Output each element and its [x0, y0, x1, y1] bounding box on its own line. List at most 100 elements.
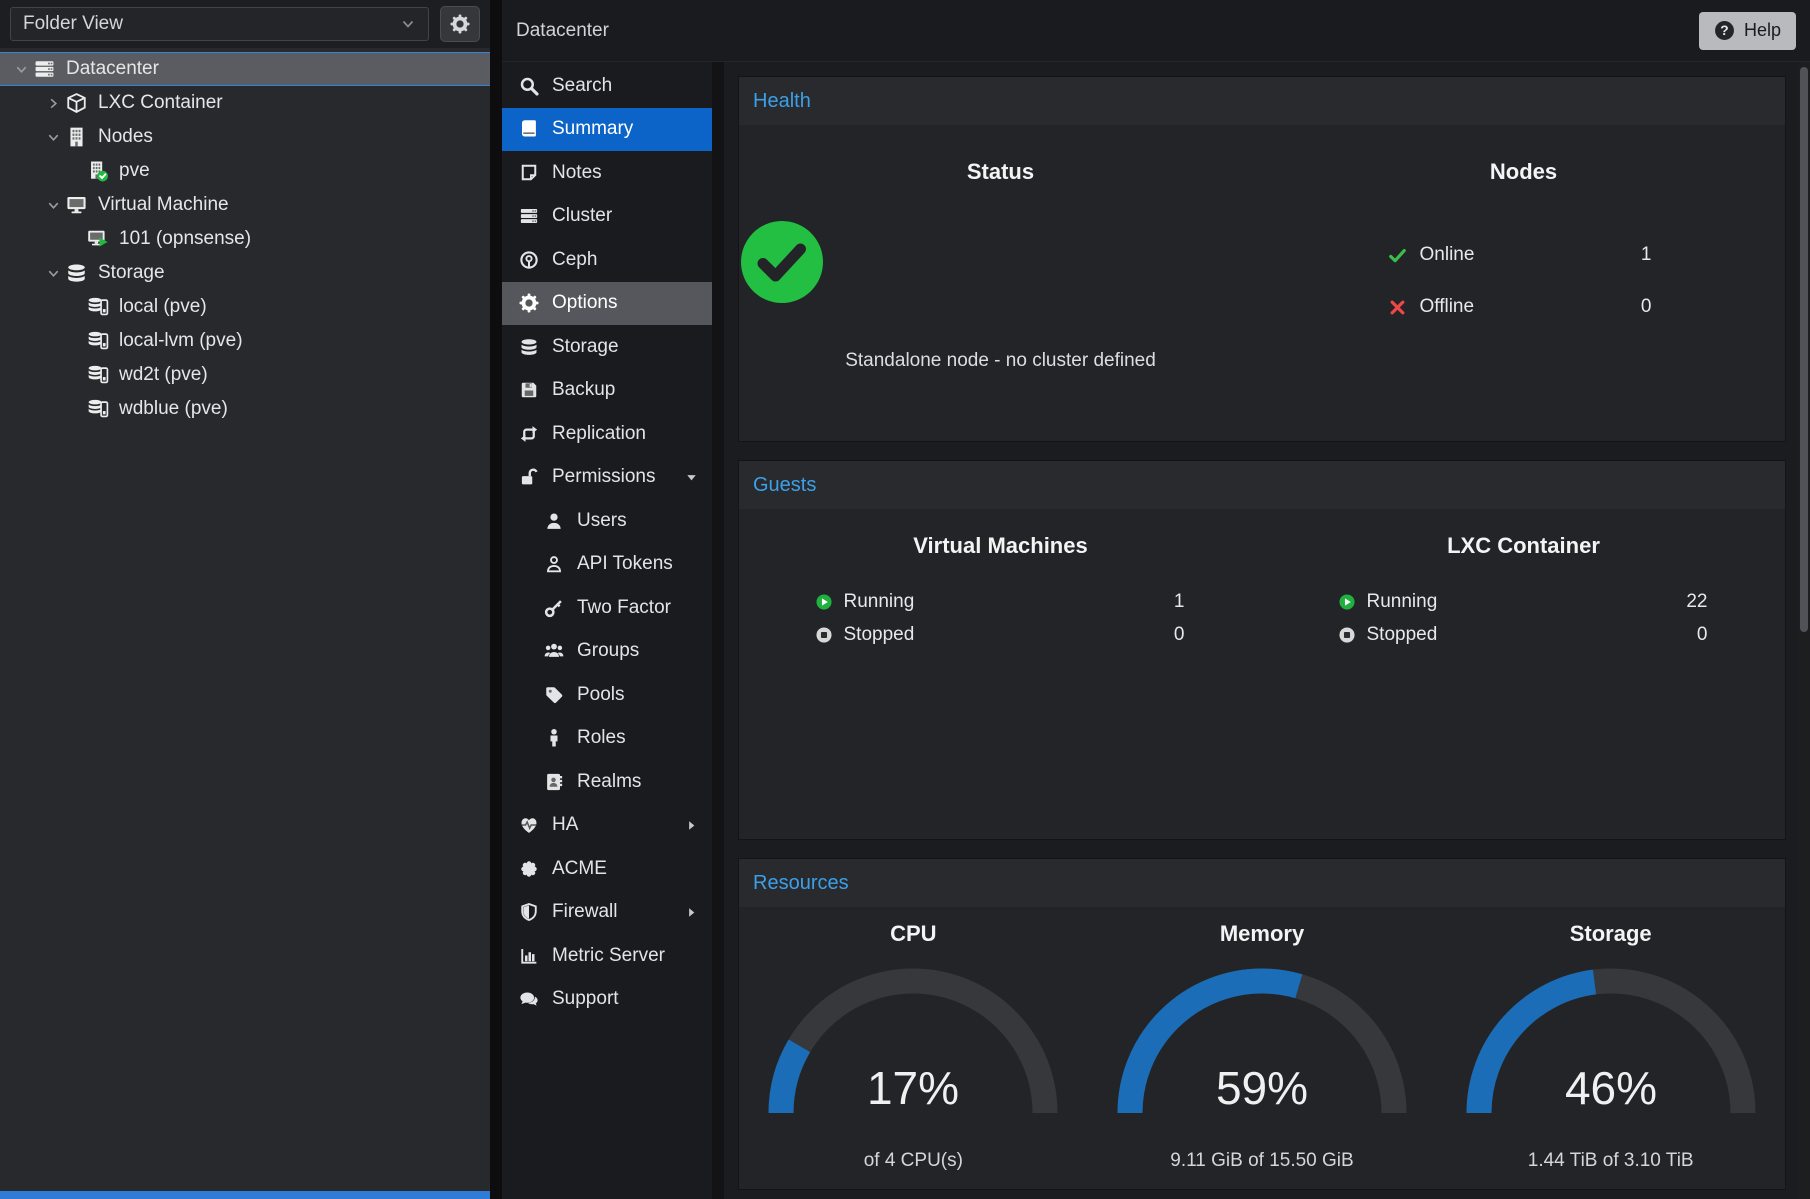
chevron-right-icon[interactable] [46, 95, 65, 111]
tree-item-pve[interactable]: pve [0, 154, 490, 188]
cross-icon [1388, 298, 1407, 317]
node-status-row-offline: Offline0 [1388, 281, 1660, 333]
panel-splitter[interactable] [490, 0, 502, 1199]
tree-item-label: Storage [98, 262, 165, 284]
nav-item-label: Search [552, 75, 612, 97]
gauge-title: CPU [739, 921, 1088, 947]
tree-item-lxc-container[interactable]: LXC Container [0, 86, 490, 120]
nav-item-label: Options [552, 292, 617, 314]
nav-item-label: Notes [552, 162, 602, 184]
nav-item-label: Ceph [552, 249, 597, 271]
gauge-percent: 46% [1565, 1062, 1657, 1114]
guest-status-value: 0 [1174, 624, 1187, 646]
database-icon [519, 337, 539, 357]
search-icon [519, 76, 539, 96]
chevron-down-icon[interactable] [46, 129, 65, 145]
replication-icon [519, 424, 539, 444]
tree-item-wd2t-pve[interactable]: wd2t (pve) [0, 358, 490, 392]
tree-settings-button[interactable] [440, 6, 480, 42]
guest-status-value: 22 [1686, 591, 1709, 613]
tree-item-label: local (pve) [119, 296, 207, 318]
nav-item-permissions[interactable]: Permissions [502, 456, 712, 500]
guest-status-row-lxc-container-running[interactable]: Running 22 [1338, 585, 1710, 618]
nav-item-label: Metric Server [552, 945, 665, 967]
expander-spacer [78, 367, 86, 383]
nav-item-realms[interactable]: Realms [502, 760, 712, 804]
help-button[interactable]: ? Help [1699, 12, 1796, 50]
guests-column-title: Virtual Machines [739, 533, 1262, 559]
nav-item-roles[interactable]: Roles [502, 717, 712, 761]
nav-item-groups[interactable]: Groups [502, 630, 712, 674]
tree-item-nodes[interactable]: Nodes [0, 120, 490, 154]
tree-item-datacenter[interactable]: Datacenter [0, 52, 490, 86]
nav-item-cluster[interactable]: Cluster [502, 195, 712, 239]
resource-tree: DatacenterLXC Container Nodes pve Virtual M… [0, 48, 490, 426]
nav-item-summary[interactable]: Summary [502, 108, 712, 152]
content-scrollbar[interactable] [1798, 62, 1810, 1199]
chevron-down-icon[interactable] [14, 61, 33, 77]
role-icon [544, 728, 564, 748]
nav-item-label: Summary [552, 118, 633, 140]
nav-item-storage[interactable]: Storage [502, 325, 712, 369]
guest-status-row-virtual-machines-stopped[interactable]: Stopped0 [815, 618, 1187, 651]
nav-item-label: Pools [577, 684, 625, 706]
chevron-down-icon[interactable] [46, 265, 65, 281]
left-panel-resize-strip[interactable] [0, 1191, 490, 1199]
nav-item-users[interactable]: Users [502, 499, 712, 543]
tree-item-label: pve [119, 160, 150, 182]
nav-item-replication[interactable]: Replication [502, 412, 712, 456]
nodes-status-column: Nodes Online1Offline0 [1262, 125, 1785, 441]
comments-icon [519, 989, 539, 1009]
cluster-status-column: Status Standalone node - no cluster defi… [739, 125, 1262, 441]
nav-item-label: Storage [552, 336, 619, 358]
node-status-value: 0 [1641, 296, 1660, 318]
gauge-subtitle: 9.11 GiB of 15.50 GiB [1088, 1150, 1437, 1172]
nav-item-api-tokens[interactable]: API Tokens [502, 543, 712, 587]
guest-status-label: Running [1367, 591, 1438, 613]
building-icon [65, 126, 88, 148]
stopped-icon [1338, 626, 1356, 644]
tree-item-local-pve[interactable]: local (pve) [0, 290, 490, 324]
tree-item-label: wd2t (pve) [119, 364, 208, 386]
nav-item-ha[interactable]: HA [502, 804, 712, 848]
tree-item-label: local-lvm (pve) [119, 330, 243, 352]
nav-item-pools[interactable]: Pools [502, 673, 712, 717]
tree-item-local-lvm-pve[interactable]: local-lvm (pve) [0, 324, 490, 358]
nav-item-notes[interactable]: Notes [502, 151, 712, 195]
tree-item-101-opnsense[interactable]: 101 (opnsense) [0, 222, 490, 256]
scrollbar-thumb[interactable] [1800, 67, 1808, 632]
nav-item-backup[interactable]: Backup [502, 369, 712, 413]
caret-down-icon [684, 470, 699, 485]
nav-item-metric-server[interactable]: Metric Server [502, 934, 712, 978]
resources-panel-header: Resources [739, 859, 1785, 907]
guests-panel-header: Guests [739, 461, 1785, 509]
health-panel-header: Health [739, 77, 1785, 125]
gauge-title: Storage [1436, 921, 1785, 947]
tree-item-wdblue-pve[interactable]: wdblue (pve) [0, 392, 490, 426]
tree-item-label: Nodes [98, 126, 153, 148]
chevron-down-icon[interactable] [46, 197, 65, 213]
gauge-percent: 17% [867, 1062, 959, 1114]
page-title: Datacenter [516, 20, 609, 42]
nav-item-search[interactable]: Search [502, 64, 712, 108]
nodes-rows: Online1Offline0 [1388, 229, 1660, 333]
nav-item-firewall[interactable]: Firewall [502, 891, 712, 935]
tree-item-virtual-machine[interactable]: Virtual Machine [0, 188, 490, 222]
nav-item-options[interactable]: Options [502, 282, 712, 326]
expander-spacer [78, 163, 86, 179]
nav-item-support[interactable]: Support [502, 978, 712, 1022]
tree-item-storage[interactable]: Storage [0, 256, 490, 290]
gauge-subtitle: 1.44 TiB of 3.10 TiB [1436, 1150, 1785, 1172]
nav-item-ceph[interactable]: Ceph [502, 238, 712, 282]
nav-item-acme[interactable]: ACME [502, 847, 712, 891]
node-status-row-online: Online1 [1388, 229, 1660, 281]
guest-status-row-lxc-container-stopped[interactable]: Stopped0 [1338, 618, 1710, 651]
view-mode-select[interactable]: Folder View [10, 7, 429, 41]
guest-status-row-virtual-machines-running[interactable]: Running1 [815, 585, 1187, 618]
guest-status-value: 1 [1174, 591, 1187, 613]
nav-item-label: Cluster [552, 205, 612, 227]
nav-item-two-factor[interactable]: Two Factor [502, 586, 712, 630]
nav-item-label: Two Factor [577, 597, 671, 619]
chevron-down-icon [400, 16, 416, 32]
gauge-arc: 17% [739, 961, 1088, 1124]
